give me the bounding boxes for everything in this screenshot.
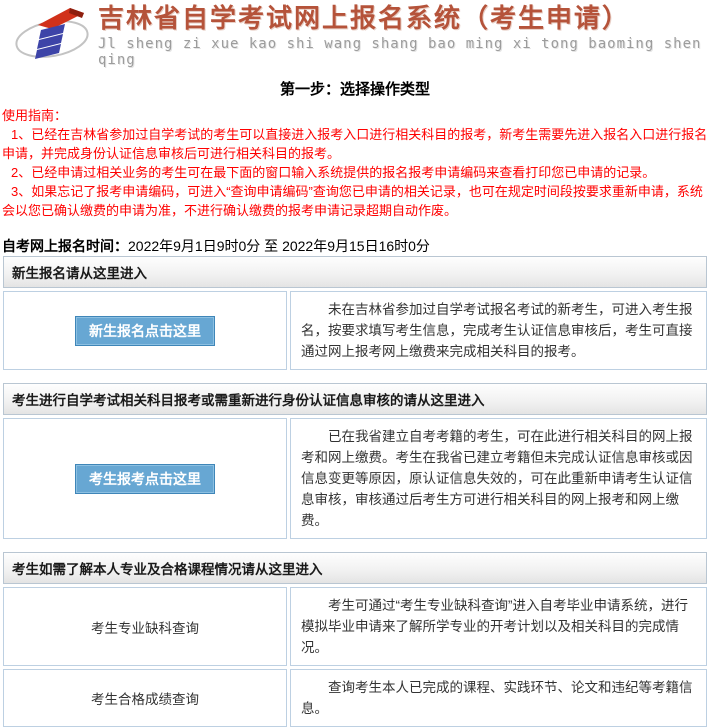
- usage-guide-item-3: 3、如果忘记了报考申请编码，可进入“查询申请编码”查询您已申请的相关记录，也可在…: [2, 182, 708, 220]
- section-new-student-description: 未在吉林省参加过自学考试报名考试的新考生，可进入考生报名，按要求填写考生信息，完…: [301, 299, 694, 362]
- step-title: 第一步：选择操作类型: [0, 78, 710, 99]
- app-header: 吉林省自学考试网上报名系统（考生申请） Jl sheng zi xue kao …: [0, 0, 710, 62]
- section-new-student-header: 新生报名请从这里进入: [3, 256, 707, 288]
- usage-guide-heading: 使用指南：: [2, 107, 708, 125]
- section-exam-registration-header: 考生进行自学考试相关科目报考或需重新进行身份认证信息审核的请从这里进入: [3, 383, 707, 415]
- registration-time: 自考网上报名时间：2022年9月1日9时0分 至 2022年9月15日16时0分: [2, 236, 710, 256]
- section-exam-registration-description: 已在我省建立自考考籍的考生，可在此进行相关科目的网上报考和网上缴费。考生在我省已…: [301, 426, 694, 531]
- section-query-row1-desc-cell: 考生可通过“考生专业缺科查询”进入自考毕业申请系统，进行模拟毕业申请来了解所学专…: [290, 587, 707, 666]
- major-missing-subject-query-description: 考生可通过“考生专业缺科查询”进入自考毕业申请系统，进行模拟毕业申请来了解所学专…: [301, 595, 694, 658]
- app-title: 吉林省自学考试网上报名系统（考生申请）: [98, 4, 710, 34]
- section-new-student-desc-cell: 未在吉林省参加过自学考试报名考试的新考生，可进入考生报名，按要求填写考生信息，完…: [290, 291, 707, 370]
- candidate-register-button[interactable]: 考生报考点击这里: [75, 464, 215, 494]
- new-student-register-button[interactable]: 新生报名点击这里: [75, 316, 215, 346]
- section-exam-registration: 考生进行自学考试相关科目报考或需重新进行身份认证信息审核的请从这里进入 考生报考…: [3, 383, 707, 539]
- passed-scores-query-description: 查询考生本人已完成的课程、实践环节、论文和违纪等考籍信息。: [301, 677, 694, 719]
- usage-guide-item-1: 1、已经在吉林省参加过自学考试的考生可以直接进入报考入口进行相关科目的报考，新考…: [2, 125, 708, 163]
- link-passed-scores-query-label: 考生合格成绩查询: [91, 688, 199, 708]
- link-major-missing-subject-query[interactable]: 考生专业缺科查询: [3, 587, 287, 666]
- section-query: 考生如需了解本人专业及合格课程情况请从这里进入 考生专业缺科查询 考生可通过“考…: [3, 552, 707, 727]
- app-subtitle: Jl sheng zi xue kao shi wang shang bao m…: [98, 36, 710, 68]
- usage-guide-item-2: 2、已经申请过相关业务的考生可在最下面的窗口输入系统提供的报名报考申请编码来查看…: [2, 163, 708, 182]
- section-new-student: 新生报名请从这里进入 新生报名点击这里 未在吉林省参加过自学考试报名考试的新考生…: [3, 256, 707, 370]
- section-query-row2-desc-cell: 查询考生本人已完成的课程、实践环节、论文和违纪等考籍信息。: [290, 669, 707, 727]
- section-new-student-button-cell: 新生报名点击这里: [3, 291, 287, 370]
- usage-guide: 使用指南： 1、已经在吉林省参加过自学考试的考生可以直接进入报考入口进行相关科目…: [0, 107, 710, 220]
- link-major-missing-subject-query-label: 考生专业缺科查询: [91, 617, 199, 637]
- registration-time-value: 2022年9月1日9时0分 至 2022年9月15日16时0分: [128, 238, 430, 254]
- app-logo-icon: [12, 4, 94, 62]
- section-exam-registration-button-cell: 考生报考点击这里: [3, 418, 287, 539]
- link-passed-scores-query[interactable]: 考生合格成绩查询: [3, 669, 287, 727]
- section-query-header: 考生如需了解本人专业及合格课程情况请从这里进入: [3, 552, 707, 584]
- section-exam-registration-desc-cell: 已在我省建立自考考籍的考生，可在此进行相关科目的网上报考和网上缴费。考生在我省已…: [290, 418, 707, 539]
- registration-time-label: 自考网上报名时间：: [2, 238, 128, 254]
